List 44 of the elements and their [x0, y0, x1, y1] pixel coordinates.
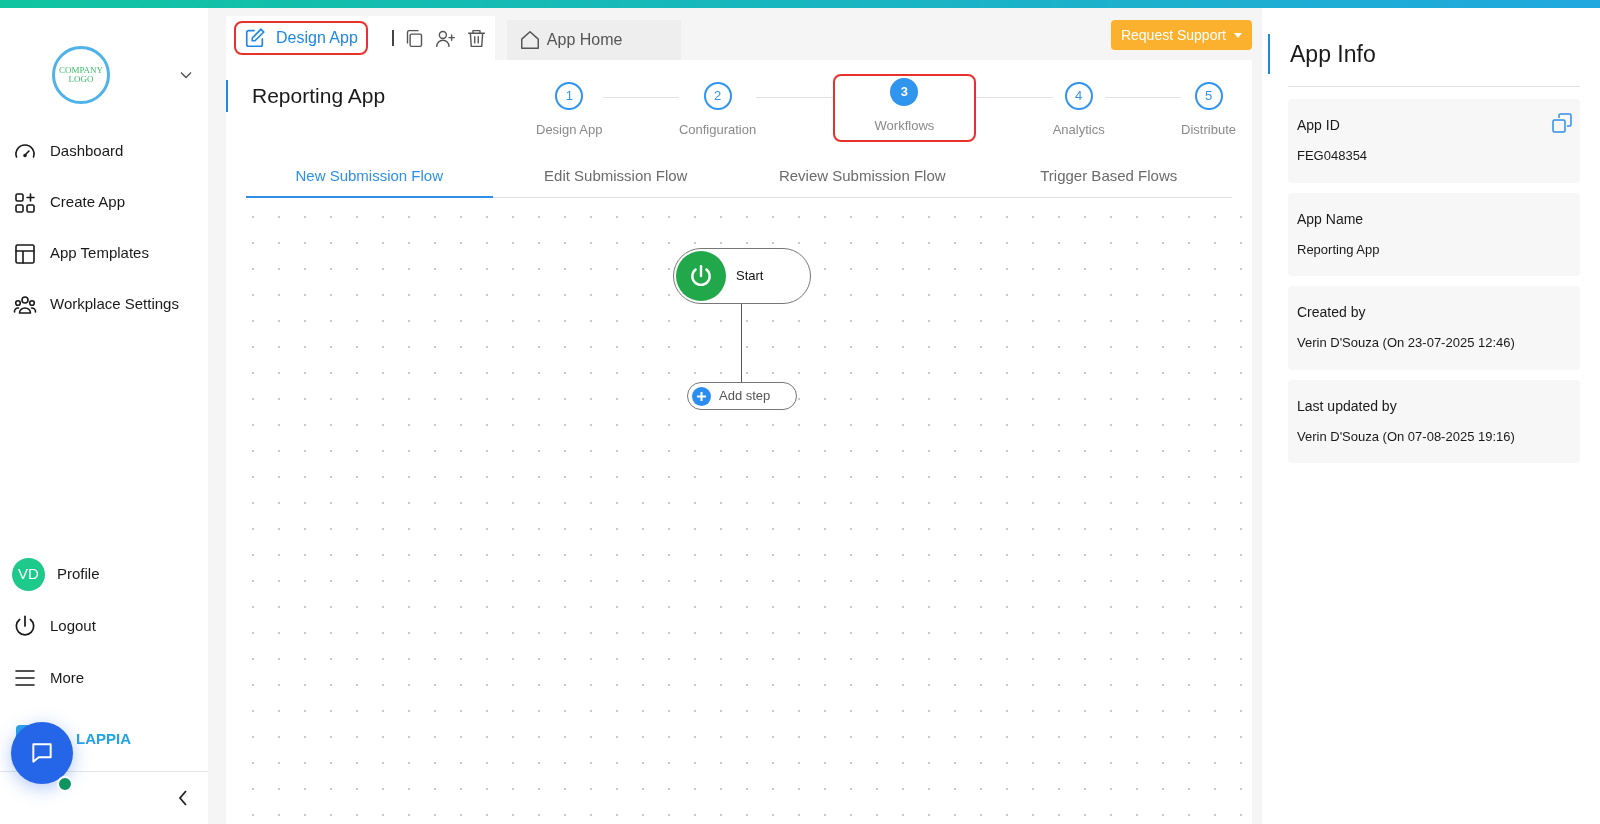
avatar: VD	[12, 557, 45, 591]
design-app-button[interactable]: Design App	[234, 21, 368, 55]
trash-icon[interactable]	[465, 27, 487, 49]
home-icon	[518, 29, 541, 51]
plus-icon	[692, 386, 711, 406]
flow-tab[interactable]: Edit Submission Flow	[492, 156, 739, 198]
field-value: Verin D'Souza (On 07-08-2025 19:16)	[1297, 427, 1515, 446]
panel-title: App Info	[1290, 39, 1376, 69]
start-node[interactable]: Start	[673, 248, 811, 304]
nav-item[interactable]: Workplace Settings	[12, 285, 208, 324]
app-home-tab[interactable]: App Home	[506, 20, 681, 60]
flow-tab[interactable]: Review Submission Flow	[739, 156, 986, 198]
chat-icon	[29, 740, 55, 766]
company-logo: COMPANY LOGO	[52, 46, 110, 104]
field-value: Reporting App	[1297, 240, 1380, 259]
add-step-button[interactable]: Add step	[687, 382, 797, 410]
field-value: Verin D'Souza (On 23-07-2025 12:46)	[1297, 334, 1515, 352]
collapse-icon[interactable]	[178, 789, 188, 807]
caret-icon	[1234, 32, 1242, 38]
field-label: App ID	[1297, 116, 1340, 135]
step-label: Workflows	[874, 118, 935, 134]
power-icon	[676, 251, 726, 301]
field-value: FEG048354	[1297, 147, 1368, 165]
page-title: Reporting App	[252, 83, 386, 110]
nav-item[interactable]: Dashboard	[12, 132, 208, 171]
nav-item[interactable]: Logout	[12, 607, 208, 645]
brand-name: LAPPIA	[76, 728, 131, 749]
nav-item[interactable]: VD Profile	[12, 555, 208, 593]
step-label: Design App	[536, 122, 603, 138]
edit-icon	[244, 27, 266, 49]
nav-item[interactable]: App Templates	[12, 234, 208, 273]
flow-tab[interactable]: New Submission Flow	[246, 156, 493, 198]
nav-item[interactable]: Create App	[12, 183, 208, 222]
layout-icon	[12, 241, 38, 266]
step-label: Configuration	[678, 122, 757, 138]
step-label: Analytics	[1052, 122, 1105, 138]
field-label: Created by	[1297, 303, 1366, 322]
grid-plus-icon	[12, 190, 38, 215]
field-label: App Name	[1297, 209, 1364, 229]
step-label: Distribute	[1181, 122, 1236, 138]
chevron-down-icon[interactable]	[180, 71, 192, 79]
nav-item[interactable]: More	[12, 659, 208, 697]
field-label: Last updated by	[1297, 396, 1397, 416]
flow-tab[interactable]: Trigger Based Flows	[985, 156, 1232, 198]
